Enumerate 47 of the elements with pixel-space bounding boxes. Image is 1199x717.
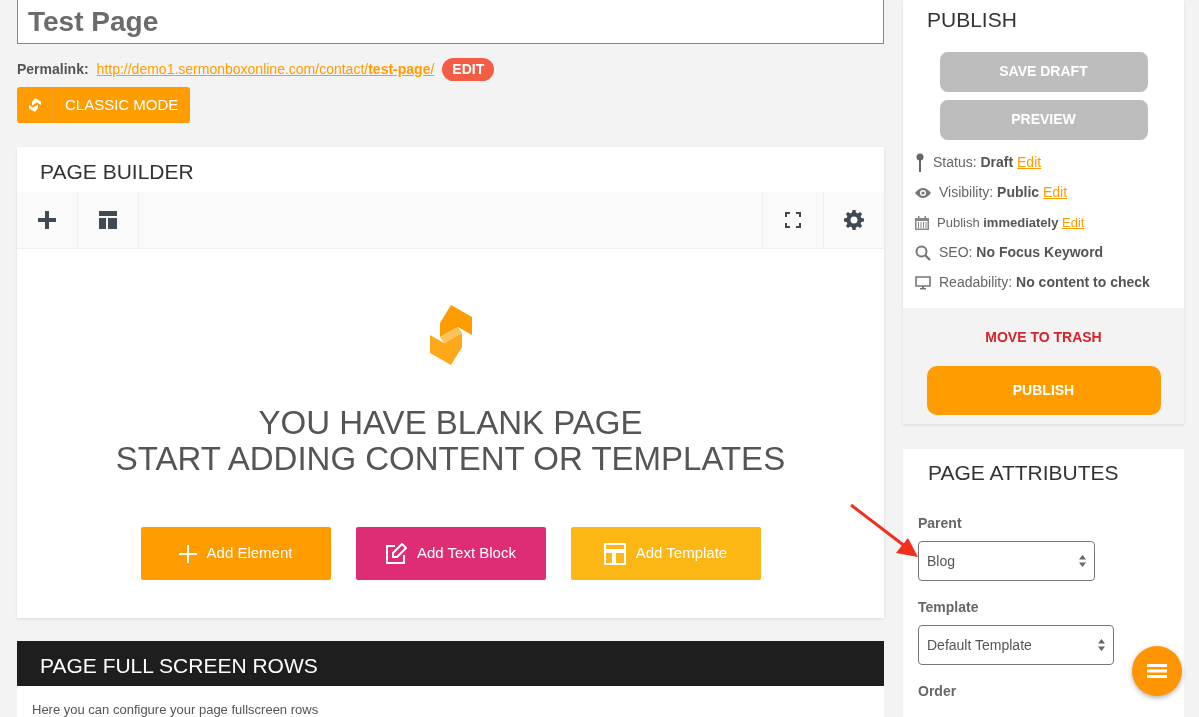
layout-icon xyxy=(603,542,626,565)
pin-icon xyxy=(915,152,925,173)
permalink-label: Permalink: xyxy=(17,60,89,79)
fullscreen-icon xyxy=(785,212,801,228)
meta-text: Visibility: Public Edit xyxy=(939,183,1068,202)
section-description: Here you can configure your page fullscreen rows xyxy=(32,702,319,717)
panel-title: PAGE BUILDER xyxy=(39,159,195,185)
plus-icon xyxy=(38,211,56,229)
message-text: START ADDING CONTENT OR TEMPLATES xyxy=(115,441,786,477)
select-field[interactable]: Default Template xyxy=(918,625,1114,665)
field-label: Template xyxy=(918,598,980,617)
edit-button[interactable]: EDIT xyxy=(442,58,495,81)
monitor-icon xyxy=(915,275,931,290)
logo-icon xyxy=(28,98,41,112)
sort-arrows-icon xyxy=(1098,639,1105,651)
panel-title: PAGE ATTRIBUTES xyxy=(927,459,1120,486)
field-label: Parent xyxy=(918,514,963,533)
classic-mode-button[interactable]: CLASSIC MODE xyxy=(17,87,191,123)
layout-icon xyxy=(99,211,117,229)
move-to-trash-link[interactable]: MOVE TO TRASH xyxy=(979,325,1108,349)
add-text-block-button[interactable]: Add Text Block xyxy=(355,527,546,580)
menu-icon xyxy=(1147,663,1167,679)
sort-arrows-icon xyxy=(1079,555,1086,567)
select-field[interactable]: Blog xyxy=(918,541,1095,581)
eye-icon xyxy=(915,186,931,199)
calendar-icon xyxy=(915,215,929,230)
add-element-button[interactable]: Add Element xyxy=(140,527,331,580)
edit-icon xyxy=(385,542,407,565)
settings-icon xyxy=(844,210,864,230)
field-label: Order xyxy=(918,682,958,701)
meta-text: Readability: No content to check xyxy=(939,273,1150,292)
edit-link[interactable]: Edit xyxy=(1043,184,1068,200)
logo-icon xyxy=(429,305,472,365)
publish-button[interactable]: PUBLISH xyxy=(926,365,1161,415)
message-text: YOU HAVE BLANK PAGE xyxy=(257,405,644,441)
permalink-link[interactable]: http://demo1.sermonboxonline.com/contact/test-page/ xyxy=(96,59,435,80)
edit-link[interactable]: Edit xyxy=(1017,154,1042,170)
search-icon xyxy=(915,244,931,261)
meta-text: Status: Draft Edit xyxy=(933,153,1042,172)
meta-text: SEO: No Focus Keyword xyxy=(939,243,1104,262)
panel-title: PUBLISH xyxy=(926,7,1018,33)
add-template-button[interactable]: Add Template xyxy=(570,527,761,580)
meta-text: Publish immediately Edit xyxy=(937,213,1085,232)
section-title: PAGE FULL SCREEN ROWS xyxy=(17,641,884,686)
plus-icon xyxy=(178,544,197,563)
edit-link[interactable]: Edit xyxy=(1062,214,1085,230)
title-field[interactable]: Test Page xyxy=(17,0,884,44)
